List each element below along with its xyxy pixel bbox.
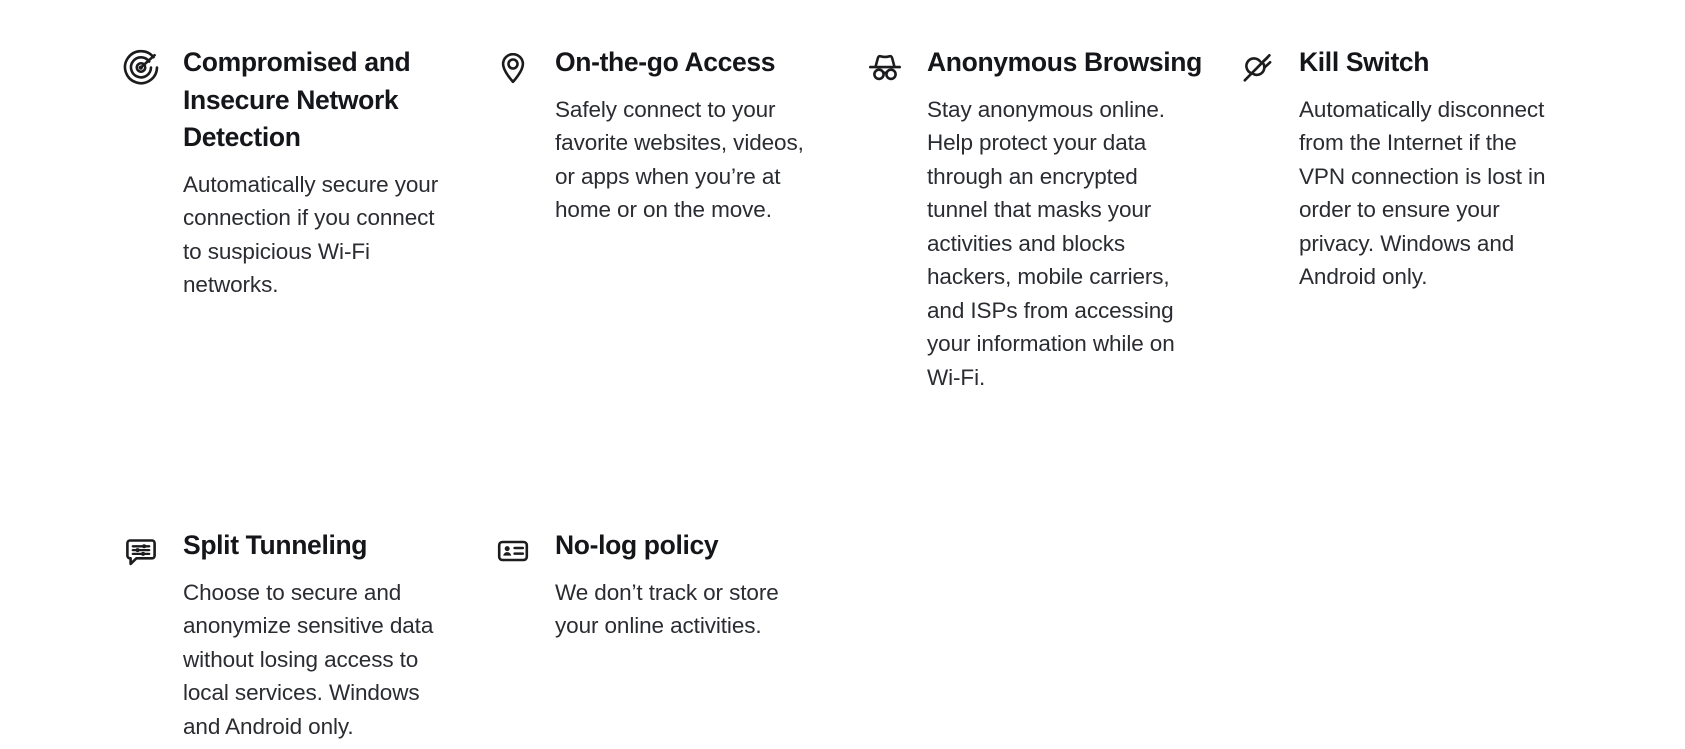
feature-title: Compromised and Insecure Network Detecti… — [183, 47, 411, 152]
feature-card-anonymous-browsing: Anonymous Browsing Stay anonymous online… — [863, 44, 1235, 394]
feature-description: Automatically disconnect from the Intern… — [1299, 96, 1546, 290]
location-pin-icon — [491, 46, 535, 90]
unplugged-power-plug-icon — [1235, 46, 1279, 90]
feature-description: Stay anonymous online. Help protect your… — [927, 96, 1175, 390]
speech-bubble-sliders-icon — [119, 529, 163, 573]
feature-card-kill-switch: Kill Switch Automatically disconnect fro… — [1235, 44, 1552, 294]
feature-title: No-log policy — [555, 530, 719, 560]
id-card-icon — [491, 529, 535, 573]
feature-card-no-log-policy: No-log policy We don’t track or store yo… — [491, 527, 863, 643]
feature-text-block: On-the-go Access Safely connect to your … — [555, 44, 863, 227]
feature-description: Automatically secure your connection if … — [183, 171, 439, 298]
feature-description: We don’t track or store your online acti… — [555, 579, 779, 639]
feature-card-compromised-network-detection: Compromised and Insecure Network Detecti… — [119, 44, 491, 302]
feature-card-on-the-go-access: On-the-go Access Safely connect to your … — [491, 44, 863, 227]
feature-text-block: Kill Switch Automatically disconnect fro… — [1299, 44, 1552, 294]
feature-text-block: Split Tunneling Choose to secure and ano… — [183, 527, 491, 743]
feature-title: Anonymous Browsing — [927, 47, 1202, 77]
incognito-hat-glasses-icon — [863, 46, 907, 90]
feature-card-split-tunneling: Split Tunneling Choose to secure and ano… — [119, 527, 491, 743]
feature-title: Kill Switch — [1299, 47, 1430, 77]
feature-description: Safely connect to your favorite websites… — [555, 96, 804, 223]
feature-description: Choose to secure and anonymize sensitive… — [183, 579, 434, 739]
feature-text-block: No-log policy We don’t track or store yo… — [555, 527, 863, 643]
feature-title: Split Tunneling — [183, 530, 368, 560]
feature-text-block: Compromised and Insecure Network Detecti… — [183, 44, 491, 302]
features-row-top: Compromised and Insecure Network Detecti… — [0, 44, 1685, 394]
target-arrow-icon — [119, 46, 163, 90]
features-grid: Compromised and Insecure Network Detecti… — [0, 0, 1685, 749]
feature-text-block: Anonymous Browsing Stay anonymous online… — [927, 44, 1235, 394]
feature-title: On-the-go Access — [555, 47, 776, 77]
features-row-bottom: Split Tunneling Choose to secure and ano… — [0, 527, 1685, 743]
